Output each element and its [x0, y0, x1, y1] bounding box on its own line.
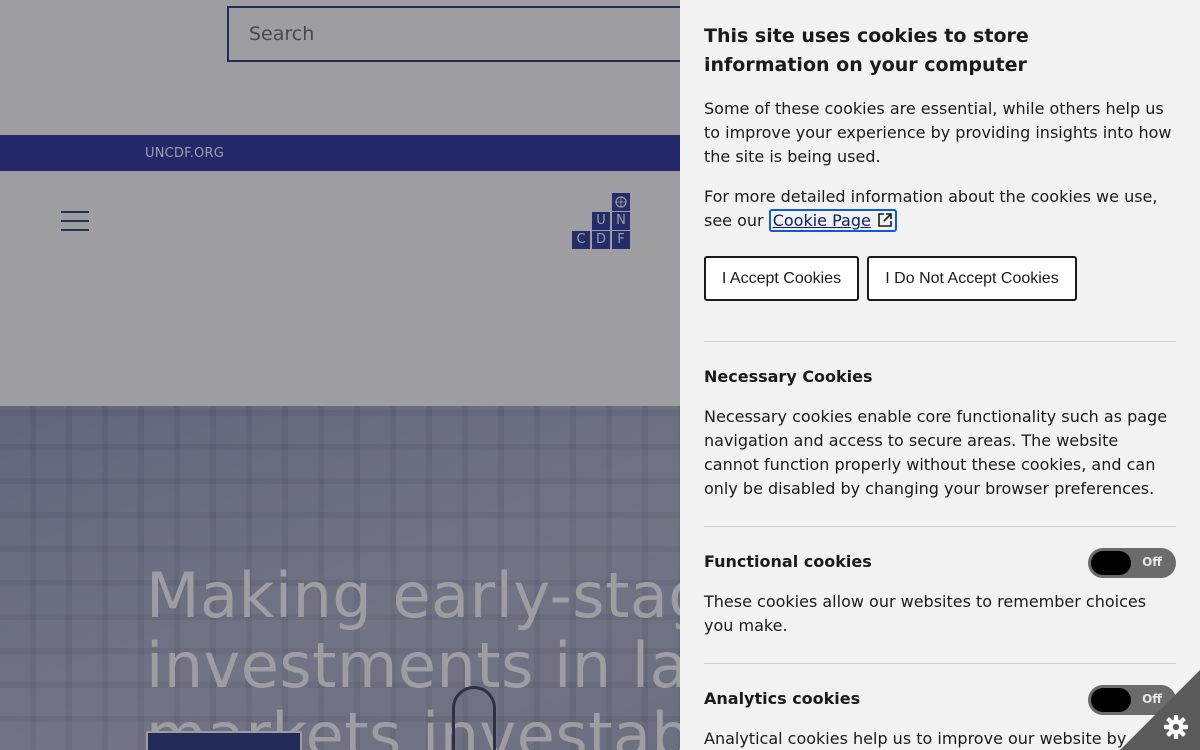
cookie-intro-text: Some of these cookies are essential, whi… [704, 99, 1172, 166]
necessary-cookies-description: Necessary cookies enable core functional… [704, 407, 1168, 498]
toggle-knob [1091, 551, 1131, 575]
divider [704, 341, 1176, 342]
functional-cookies-title: Functional cookies [704, 552, 872, 571]
accept-cookies-button[interactable]: I Accept Cookies [704, 256, 859, 301]
divider [704, 663, 1176, 664]
cookie-page-link[interactable]: Cookie Page [768, 209, 897, 232]
necessary-cookies-title: Necessary Cookies [704, 367, 873, 386]
analytics-cookies-description: Analytical cookies help us to improve ou… [704, 729, 1127, 748]
cookie-panel-title: This site uses cookies to store informat… [704, 25, 1029, 76]
external-link-icon [878, 213, 892, 227]
analytics-cookies-title: Analytics cookies [704, 689, 861, 708]
cookie-more-info-text: For more detailed information about the … [704, 185, 1176, 233]
cookie-settings-gear-icon[interactable] [1120, 670, 1200, 750]
divider [704, 526, 1176, 527]
cookie-page-link-label: Cookie Page [772, 211, 871, 230]
decline-cookies-button[interactable]: I Do Not Accept Cookies [867, 256, 1077, 301]
functional-cookies-toggle[interactable]: Off [1088, 548, 1176, 578]
cookie-panel: This site uses cookies to store informat… [680, 0, 1200, 750]
functional-cookies-description: These cookies allow our websites to reme… [704, 592, 1147, 635]
toggle-state-label: Off [1142, 555, 1162, 569]
